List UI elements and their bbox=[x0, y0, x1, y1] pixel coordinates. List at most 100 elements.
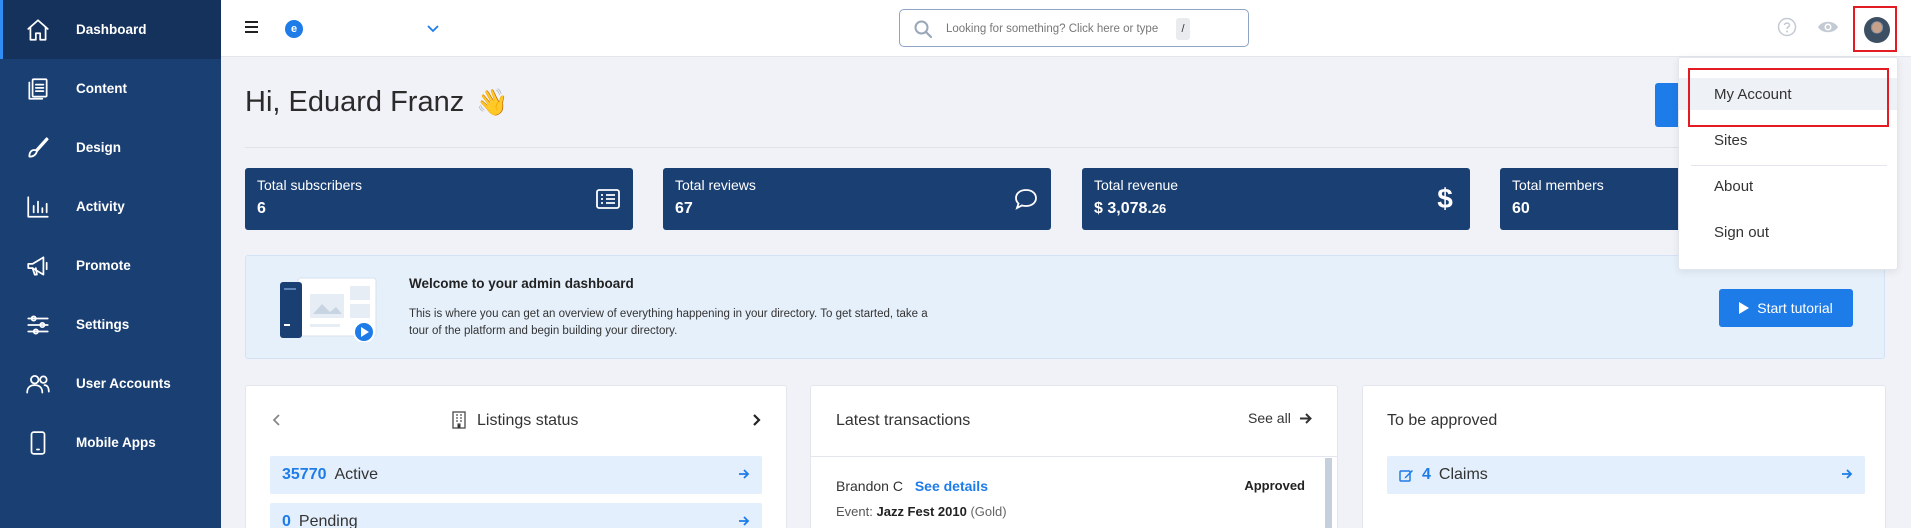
status-count: 4 bbox=[1422, 466, 1431, 483]
listing-status-row-pending[interactable]: 0 Pending bbox=[270, 503, 762, 528]
see-all-link[interactable]: See all bbox=[1248, 410, 1312, 426]
stat-value-cents: 26 bbox=[1151, 201, 1167, 216]
status-count: 0 bbox=[282, 513, 291, 528]
arrow-right-icon bbox=[1842, 469, 1853, 479]
listings-status-card: Listings status 35770 Active 0 Pending bbox=[245, 385, 787, 528]
sidebar-item-dashboard[interactable]: Dashboard bbox=[0, 0, 221, 59]
status-label: Claims bbox=[1438, 466, 1488, 483]
sidebar-item-promote[interactable]: Promote bbox=[0, 236, 221, 295]
megaphone-icon bbox=[0, 253, 76, 279]
sidebar: Dashboard Content Design Activity Promot… bbox=[0, 0, 221, 528]
sidebar-item-settings[interactable]: Settings bbox=[0, 295, 221, 354]
divider bbox=[245, 147, 1885, 148]
stat-value: 67 bbox=[675, 200, 693, 217]
sidebar-item-activity[interactable]: Activity bbox=[0, 177, 221, 236]
search-box[interactable]: / bbox=[899, 9, 1249, 47]
home-icon bbox=[0, 17, 76, 43]
transaction-customer: Brandon C bbox=[836, 478, 903, 494]
help-icon[interactable] bbox=[1777, 17, 1797, 37]
approval-row-claims[interactable]: 4 Claims bbox=[1387, 456, 1865, 494]
sidebar-item-label: Mobile Apps bbox=[76, 435, 156, 450]
search-input[interactable] bbox=[946, 19, 1176, 39]
avatar bbox=[1864, 17, 1890, 43]
stat-card-subscribers: Total subscribers 6 bbox=[245, 168, 633, 230]
search-icon bbox=[914, 20, 933, 39]
sidebar-item-label: Activity bbox=[76, 199, 125, 214]
sidebar-item-label: User Accounts bbox=[76, 376, 171, 391]
stat-label: Total reviews bbox=[675, 177, 756, 193]
sidebar-item-user-accounts[interactable]: User Accounts bbox=[0, 354, 221, 413]
arrow-right-icon bbox=[1299, 412, 1312, 424]
chevron-left-icon[interactable] bbox=[270, 413, 284, 427]
sidebar-item-label: Design bbox=[76, 140, 122, 155]
sidebar-item-mobile-apps[interactable]: Mobile Apps bbox=[0, 413, 221, 472]
account-dropdown-menu: My Account Sites About Sign out bbox=[1678, 57, 1898, 270]
chevron-down-icon[interactable] bbox=[425, 20, 441, 36]
sliders-icon bbox=[0, 312, 76, 338]
listing-status-row-active[interactable]: 35770 Active bbox=[270, 456, 762, 494]
menu-item-about[interactable]: About bbox=[1679, 170, 1897, 202]
status-count: 35770 bbox=[282, 466, 327, 483]
menu-item-sign-out[interactable]: Sign out bbox=[1679, 216, 1897, 248]
users-icon bbox=[0, 371, 76, 397]
transaction-row: Brandon C See details bbox=[836, 478, 988, 494]
hamburger-menu-icon[interactable] bbox=[245, 21, 258, 33]
menu-divider bbox=[1691, 165, 1887, 166]
sidebar-item-label: Dashboard bbox=[76, 22, 147, 37]
greeting-text: Hi, Eduard Franz bbox=[245, 86, 465, 118]
welcome-banner: Welcome to your admin dashboard This is … bbox=[245, 255, 1885, 359]
waving-hand-icon: 👋 bbox=[476, 87, 509, 117]
chevron-right-icon[interactable] bbox=[749, 413, 763, 427]
divider bbox=[811, 456, 1337, 457]
start-tutorial-button[interactable]: Start tutorial bbox=[1719, 289, 1853, 327]
see-details-link[interactable]: See details bbox=[915, 478, 988, 494]
page-title: Hi, Eduard Franz 👋 bbox=[245, 86, 509, 119]
start-tutorial-label: Start tutorial bbox=[1757, 300, 1833, 316]
card-title: Latest transactions bbox=[836, 412, 971, 429]
stat-value: 6 bbox=[257, 200, 266, 217]
card-title: To be approved bbox=[1387, 412, 1498, 429]
stat-value: $ 3,078.26 bbox=[1094, 200, 1166, 218]
arrow-right-icon bbox=[739, 516, 750, 526]
play-icon bbox=[1739, 302, 1750, 314]
stat-value: 60 bbox=[1512, 200, 1530, 217]
chat-bubble-icon bbox=[1013, 186, 1039, 212]
building-icon bbox=[452, 411, 466, 429]
welcome-text: This is where you can get an overview of… bbox=[409, 308, 928, 337]
transaction-status: Approved bbox=[1244, 478, 1305, 493]
dollar-icon: $ bbox=[1437, 183, 1453, 214]
stat-card-revenue: Total revenue $ 3,078.26 $ bbox=[1082, 168, 1470, 230]
menu-item-sites[interactable]: Sites bbox=[1679, 124, 1897, 156]
dashboard-illustration bbox=[280, 277, 377, 342]
arrow-right-icon bbox=[739, 469, 750, 479]
status-label: Pending bbox=[298, 513, 358, 528]
sidebar-item-label: Content bbox=[76, 81, 127, 96]
event-label: Event: bbox=[836, 504, 873, 519]
card-title: Listings status bbox=[477, 412, 579, 429]
status-label: Active bbox=[334, 466, 379, 483]
stat-card-reviews: Total reviews 67 bbox=[663, 168, 1051, 230]
event-name: Jazz Fest 2010 bbox=[876, 504, 967, 519]
sidebar-item-content[interactable]: Content bbox=[0, 59, 221, 118]
scrollbar[interactable] bbox=[1325, 458, 1332, 528]
edit-icon bbox=[1399, 469, 1413, 482]
list-icon bbox=[595, 186, 621, 212]
to-be-approved-card: To be approved 4 Claims bbox=[1362, 385, 1886, 528]
eye-icon[interactable] bbox=[1817, 18, 1839, 36]
event-tier: (Gold) bbox=[970, 504, 1007, 519]
menu-item-my-account[interactable]: My Account bbox=[1679, 78, 1897, 110]
sidebar-item-design[interactable]: Design bbox=[0, 118, 221, 177]
welcome-title: Welcome to your admin dashboard bbox=[409, 276, 634, 291]
topbar: e / bbox=[221, 0, 1911, 57]
phone-icon bbox=[0, 430, 76, 456]
stat-label: Total subscribers bbox=[257, 177, 363, 193]
sidebar-item-label: Promote bbox=[76, 258, 131, 273]
user-avatar-button[interactable] bbox=[1853, 6, 1897, 52]
latest-transactions-card: Latest transactions See all Brandon C Se… bbox=[810, 385, 1338, 528]
transaction-event: Event: Jazz Fest 2010 (Gold) bbox=[836, 504, 1007, 519]
sidebar-item-label: Settings bbox=[76, 317, 130, 332]
site-logo[interactable]: e bbox=[285, 20, 303, 38]
stat-label: Total revenue bbox=[1094, 177, 1179, 193]
search-shortcut-key: / bbox=[1176, 18, 1190, 40]
see-all-label: See all bbox=[1248, 410, 1291, 426]
